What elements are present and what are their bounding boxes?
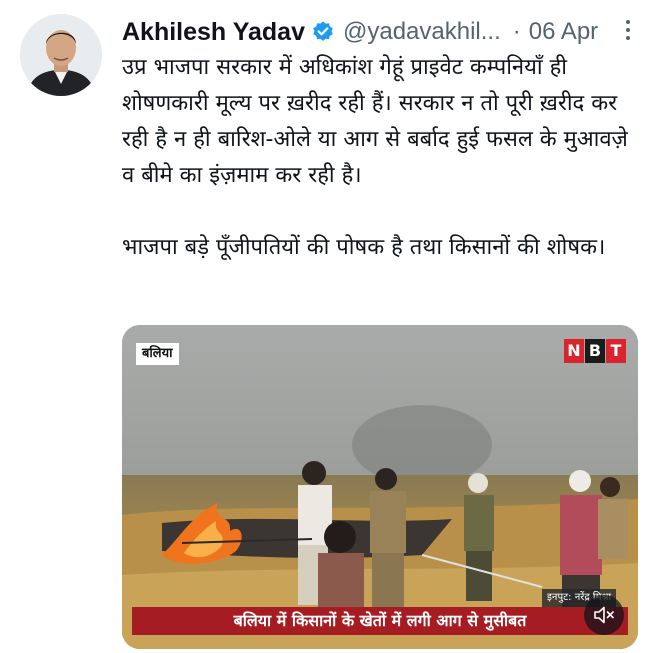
verified-badge-icon <box>313 21 333 41</box>
more-options-icon[interactable] <box>623 20 633 44</box>
speaker-muted-icon <box>594 606 614 624</box>
header-separator: · <box>512 18 521 45</box>
mute-button[interactable] <box>584 595 624 635</box>
nbt-logo: NBT <box>563 339 626 363</box>
author-handle[interactable]: @yadavakhil... <box>343 18 501 46</box>
avatar-image <box>20 14 102 96</box>
tweet-date[interactable]: 06 Apr <box>529 18 598 46</box>
tweet-card[interactable]: Akhilesh Yadav @yadavakhil... · 06 Apr उ… <box>0 0 657 653</box>
tweet-paragraph-1: उप्र भाजपा सरकार में अधिकांश गेहूं प्राइ… <box>122 55 628 188</box>
author-name[interactable]: Akhilesh Yadav <box>122 18 305 47</box>
location-tag: बलिया <box>136 343 179 365</box>
author-avatar[interactable] <box>20 14 102 96</box>
tweet-video[interactable]: बलिया NBT इनपुट: नरेंद्र मिश्रा बलिया मे… <box>122 325 638 649</box>
tweet-paragraph-2: भाजपा बड़े पूँजीपतियों की पोषक है तथा कि… <box>122 235 606 260</box>
tweet-header: Akhilesh Yadav @yadavakhil... · 06 Apr <box>122 14 639 50</box>
video-caption: बलिया में किसानों के खेतों में लगी आग से… <box>132 607 628 635</box>
tweet-text: उप्र भाजपा सरकार में अधिकांश गेहूं प्राइ… <box>122 50 642 266</box>
